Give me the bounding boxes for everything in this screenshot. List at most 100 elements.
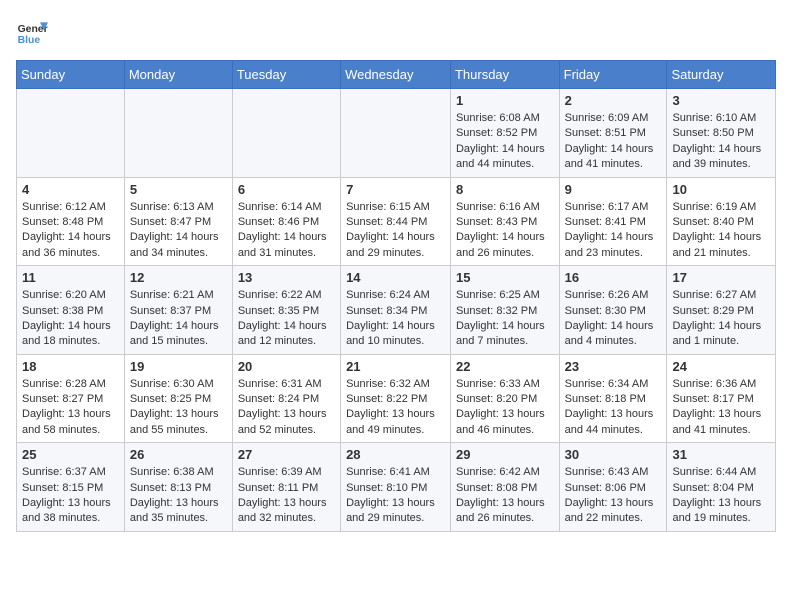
day-info: Sunrise: 6:37 AM Sunset: 8:15 PM Dayligh… — [22, 465, 119, 527]
day-info: Sunrise: 6:27 AM Sunset: 8:29 PM Dayligh… — [672, 288, 770, 350]
week-row-2: 4Sunrise: 6:12 AM Sunset: 8:48 PM Daylig… — [17, 177, 776, 266]
day-cell: 30Sunrise: 6:43 AM Sunset: 8:06 PM Dayli… — [559, 443, 667, 532]
day-cell: 19Sunrise: 6:30 AM Sunset: 8:25 PM Dayli… — [124, 354, 232, 443]
day-number: 22 — [456, 359, 554, 374]
day-cell: 2 Sunrise: 6:09 AM Sunset: 8:51 PM Daylig… — [559, 89, 667, 178]
day-number: 27 — [238, 447, 335, 462]
day-info: Sunrise: 6:15 AM Sunset: 8:44 PM Dayligh… — [346, 200, 445, 262]
day-number: 24 — [672, 359, 770, 374]
logo: General Blue — [16, 16, 48, 48]
day-number: 8 — [456, 182, 554, 197]
day-cell: 1 Sunrise: 6:08 AM Sunset: 8:52 PM Daylig… — [450, 89, 559, 178]
header-cell-sunday: Sunday — [17, 61, 125, 89]
day-info: Sunrise: 6:42 AM Sunset: 8:08 PM Dayligh… — [456, 465, 554, 527]
day-info: Sunrise: 6:39 AM Sunset: 8:11 PM Dayligh… — [238, 465, 335, 527]
day-info: Sunrise: 6:14 AM Sunset: 8:46 PM Dayligh… — [238, 200, 335, 262]
day-number: 15 — [456, 270, 554, 285]
page-header: General Blue — [16, 16, 776, 48]
day-number: 1 — [456, 93, 554, 108]
day-info: Sunrise: 6:36 AM Sunset: 8:17 PM Dayligh… — [672, 377, 770, 439]
day-cell: 21Sunrise: 6:32 AM Sunset: 8:22 PM Dayli… — [341, 354, 451, 443]
day-info: Sunrise: 6:21 AM Sunset: 8:37 PM Dayligh… — [130, 288, 227, 350]
day-number: 18 — [22, 359, 119, 374]
day-number: 23 — [565, 359, 662, 374]
day-cell: 27 Sunrise: 6:39 AM Sunset: 8:11 PM Dayli… — [232, 443, 340, 532]
day-number: 4 — [22, 182, 119, 197]
day-info: Sunrise: 6:25 AM Sunset: 8:32 PM Dayligh… — [456, 288, 554, 350]
day-cell: 31Sunrise: 6:44 AM Sunset: 8:04 PM Dayli… — [667, 443, 776, 532]
day-info: Sunrise: 6:24 AM Sunset: 8:34 PM Dayligh… — [346, 288, 445, 350]
day-number: 5 — [130, 182, 227, 197]
header-row: SundayMondayTuesdayWednesdayThursdayFrid… — [17, 61, 776, 89]
day-number: 11 — [22, 270, 119, 285]
day-cell: 23 Sunrise: 6:34 AM Sunset: 8:18 PM Dayli… — [559, 354, 667, 443]
header-cell-saturday: Saturday — [667, 61, 776, 89]
day-number: 29 — [456, 447, 554, 462]
day-cell: 17 Sunrise: 6:27 AM Sunset: 8:29 PM Dayli… — [667, 266, 776, 355]
day-number: 17 — [672, 270, 770, 285]
day-number: 30 — [565, 447, 662, 462]
header-cell-tuesday: Tuesday — [232, 61, 340, 89]
day-number: 6 — [238, 182, 335, 197]
day-info: Sunrise: 6:17 AM Sunset: 8:41 PM Dayligh… — [565, 200, 662, 262]
day-info: Sunrise: 6:08 AM Sunset: 8:52 PM Dayligh… — [456, 111, 554, 173]
day-info: Sunrise: 6:10 AM Sunset: 8:50 PM Dayligh… — [672, 111, 770, 173]
day-cell: 26 Sunrise: 6:38 AM Sunset: 8:13 PM Dayli… — [124, 443, 232, 532]
day-cell: 22 Sunrise: 6:33 AM Sunset: 8:20 PM Dayli… — [450, 354, 559, 443]
day-cell: 7Sunrise: 6:15 AM Sunset: 8:44 PM Daylig… — [341, 177, 451, 266]
header-cell-monday: Monday — [124, 61, 232, 89]
day-number: 31 — [672, 447, 770, 462]
day-info: Sunrise: 6:16 AM Sunset: 8:43 PM Dayligh… — [456, 200, 554, 262]
header-cell-wednesday: Wednesday — [341, 61, 451, 89]
day-cell — [17, 89, 125, 178]
day-cell: 18 Sunrise: 6:28 AM Sunset: 8:27 PM Dayli… — [17, 354, 125, 443]
day-cell: 9 Sunrise: 6:17 AM Sunset: 8:41 PM Daylig… — [559, 177, 667, 266]
calendar-table: SundayMondayTuesdayWednesdayThursdayFrid… — [16, 60, 776, 532]
day-info: Sunrise: 6:26 AM Sunset: 8:30 PM Dayligh… — [565, 288, 662, 350]
day-cell: 12 Sunrise: 6:21 AM Sunset: 8:37 PM Dayli… — [124, 266, 232, 355]
day-cell: 13 Sunrise: 6:22 AM Sunset: 8:35 PM Dayli… — [232, 266, 340, 355]
day-cell: 4Sunrise: 6:12 AM Sunset: 8:48 PM Daylig… — [17, 177, 125, 266]
day-number: 12 — [130, 270, 227, 285]
day-info: Sunrise: 6:13 AM Sunset: 8:47 PM Dayligh… — [130, 200, 227, 262]
day-info: Sunrise: 6:20 AM Sunset: 8:38 PM Dayligh… — [22, 288, 119, 350]
day-cell: 15 Sunrise: 6:25 AM Sunset: 8:32 PM Dayli… — [450, 266, 559, 355]
day-info: Sunrise: 6:28 AM Sunset: 8:27 PM Dayligh… — [22, 377, 119, 439]
day-cell: 10 Sunrise: 6:19 AM Sunset: 8:40 PM Dayli… — [667, 177, 776, 266]
day-number: 25 — [22, 447, 119, 462]
day-cell: 24 Sunrise: 6:36 AM Sunset: 8:17 PM Dayli… — [667, 354, 776, 443]
day-cell: 6 Sunrise: 6:14 AM Sunset: 8:46 PM Daylig… — [232, 177, 340, 266]
day-info: Sunrise: 6:30 AM Sunset: 8:25 PM Dayligh… — [130, 377, 227, 439]
day-number: 10 — [672, 182, 770, 197]
day-cell: 11 Sunrise: 6:20 AM Sunset: 8:38 PM Dayli… — [17, 266, 125, 355]
day-cell: 25 Sunrise: 6:37 AM Sunset: 8:15 PM Dayli… — [17, 443, 125, 532]
day-cell: 3Sunrise: 6:10 AM Sunset: 8:50 PM Daylig… — [667, 89, 776, 178]
day-info: Sunrise: 6:33 AM Sunset: 8:20 PM Dayligh… — [456, 377, 554, 439]
day-info: Sunrise: 6:09 AM Sunset: 8:51 PM Dayligh… — [565, 111, 662, 173]
day-info: Sunrise: 6:38 AM Sunset: 8:13 PM Dayligh… — [130, 465, 227, 527]
day-cell: 29 Sunrise: 6:42 AM Sunset: 8:08 PM Dayli… — [450, 443, 559, 532]
day-cell — [232, 89, 340, 178]
day-number: 9 — [565, 182, 662, 197]
day-number: 13 — [238, 270, 335, 285]
day-number: 20 — [238, 359, 335, 374]
day-cell: 5 Sunrise: 6:13 AM Sunset: 8:47 PM Daylig… — [124, 177, 232, 266]
header-cell-friday: Friday — [559, 61, 667, 89]
day-number: 2 — [565, 93, 662, 108]
day-cell — [124, 89, 232, 178]
day-info: Sunrise: 6:19 AM Sunset: 8:40 PM Dayligh… — [672, 200, 770, 262]
day-number: 26 — [130, 447, 227, 462]
logo-icon: General Blue — [16, 16, 48, 48]
day-cell: 20 Sunrise: 6:31 AM Sunset: 8:24 PM Dayli… — [232, 354, 340, 443]
week-row-3: 11 Sunrise: 6:20 AM Sunset: 8:38 PM Dayli… — [17, 266, 776, 355]
day-info: Sunrise: 6:31 AM Sunset: 8:24 PM Dayligh… — [238, 377, 335, 439]
day-info: Sunrise: 6:34 AM Sunset: 8:18 PM Dayligh… — [565, 377, 662, 439]
day-info: Sunrise: 6:32 AM Sunset: 8:22 PM Dayligh… — [346, 377, 445, 439]
week-row-5: 25 Sunrise: 6:37 AM Sunset: 8:15 PM Dayli… — [17, 443, 776, 532]
day-cell: 14Sunrise: 6:24 AM Sunset: 8:34 PM Dayli… — [341, 266, 451, 355]
day-info: Sunrise: 6:41 AM Sunset: 8:10 PM Dayligh… — [346, 465, 445, 527]
day-cell: 8 Sunrise: 6:16 AM Sunset: 8:43 PM Daylig… — [450, 177, 559, 266]
header-cell-thursday: Thursday — [450, 61, 559, 89]
day-cell: 16Sunrise: 6:26 AM Sunset: 8:30 PM Dayli… — [559, 266, 667, 355]
day-info: Sunrise: 6:22 AM Sunset: 8:35 PM Dayligh… — [238, 288, 335, 350]
